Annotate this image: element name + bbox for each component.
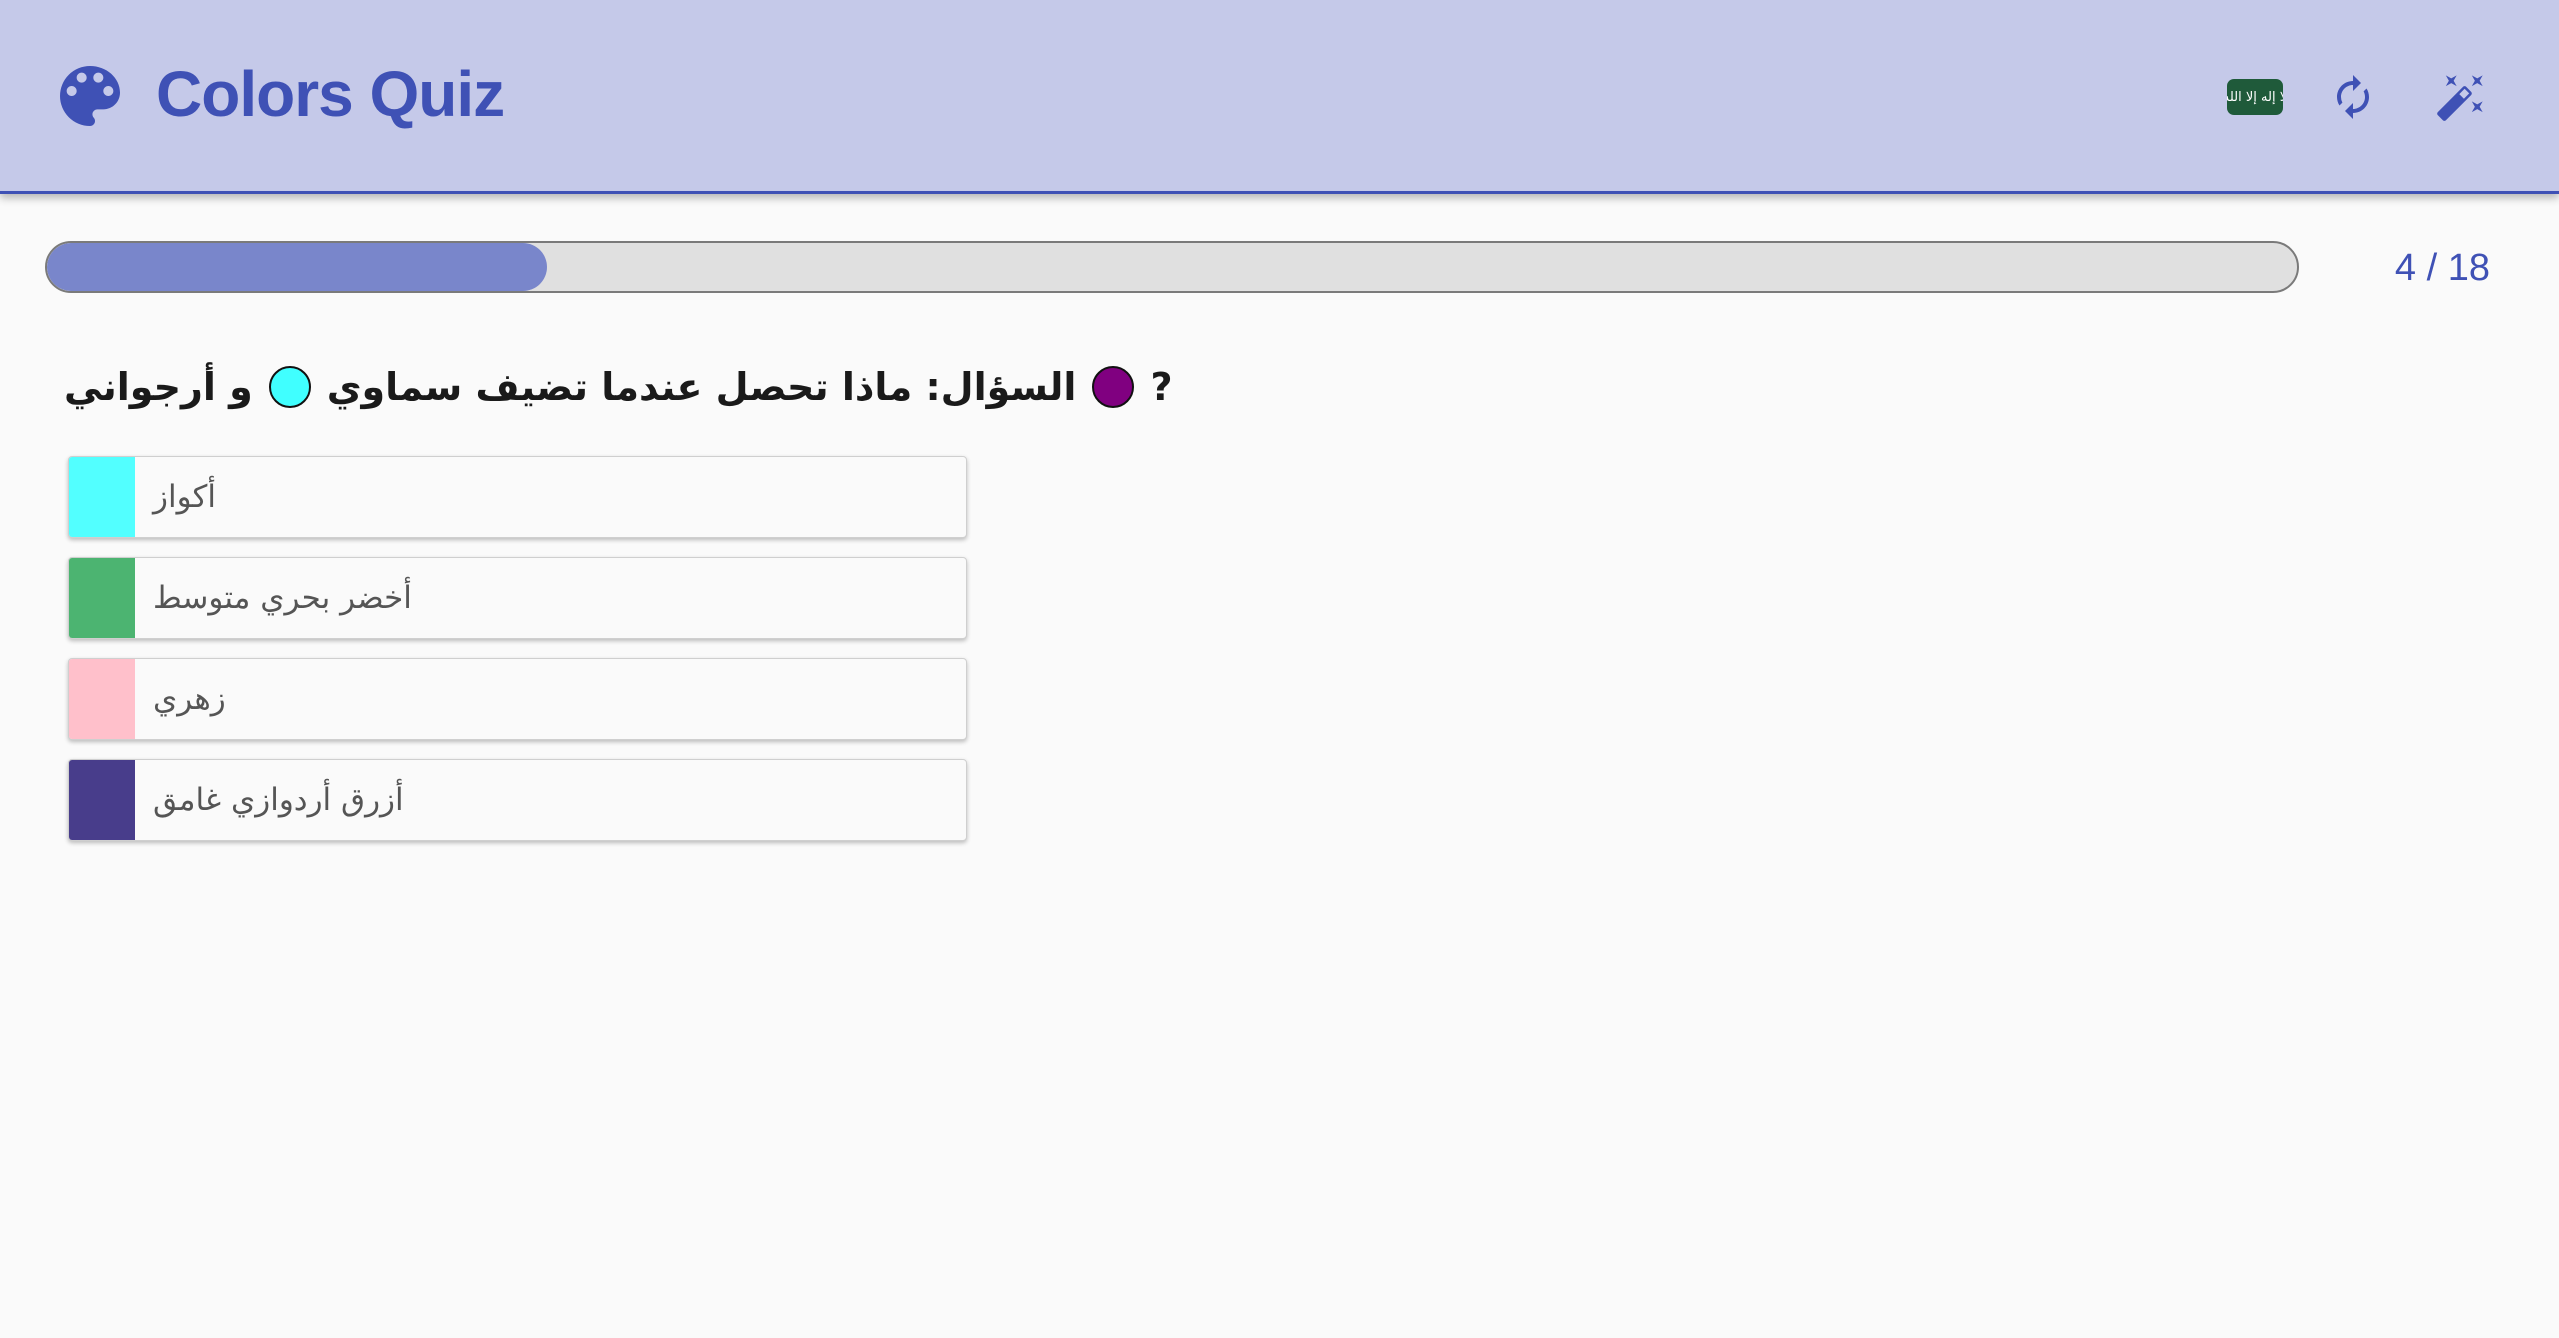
restart-button[interactable] xyxy=(2318,62,2388,132)
quiz-progress-bar xyxy=(45,241,2299,293)
question-text: و أرجواني السؤال: ماذا تحصل عندما تضيف س… xyxy=(64,352,1172,422)
palette-icon xyxy=(60,66,120,126)
option-label: أخضر بحري متوسط xyxy=(153,580,412,616)
option-color-chip xyxy=(69,760,135,840)
flag-inscription: لا إله إلا الله xyxy=(2227,89,2283,105)
progress-counter: 4 / 18 xyxy=(2394,247,2490,289)
refresh-icon xyxy=(2337,75,2369,119)
option-label: أزرق أردوازي غامق xyxy=(153,782,404,818)
question-mark: ? xyxy=(1150,365,1173,409)
color-swatch-purple xyxy=(1092,366,1135,408)
option-color-chip xyxy=(69,659,135,739)
answer-option[interactable]: أخضر بحري متوسط xyxy=(68,557,967,639)
option-label: أكواز xyxy=(153,479,216,515)
progress-fill xyxy=(47,243,547,291)
magic-hint-button[interactable] xyxy=(2426,62,2496,132)
option-label: زهري xyxy=(153,681,226,717)
language-button[interactable]: لا إله إلا الله xyxy=(2220,62,2290,132)
app-title: Colors Quiz xyxy=(156,58,505,130)
question-connector: و أرجواني xyxy=(64,365,253,409)
answer-option[interactable]: أكواز xyxy=(68,456,967,538)
app-bar: Colors Quiz لا إله إلا الله xyxy=(0,0,2559,194)
answer-option[interactable]: أزرق أردوازي غامق xyxy=(68,759,967,841)
magic-wand-icon xyxy=(2437,75,2483,121)
answer-option[interactable]: زهري xyxy=(68,658,967,740)
question-body: السؤال: ماذا تحصل عندما تضيف سماوي xyxy=(326,365,1077,409)
saudi-flag-icon: لا إله إلا الله xyxy=(2227,79,2283,115)
option-color-chip xyxy=(69,558,135,638)
option-color-chip xyxy=(69,457,135,537)
color-swatch-cyan xyxy=(268,366,311,408)
